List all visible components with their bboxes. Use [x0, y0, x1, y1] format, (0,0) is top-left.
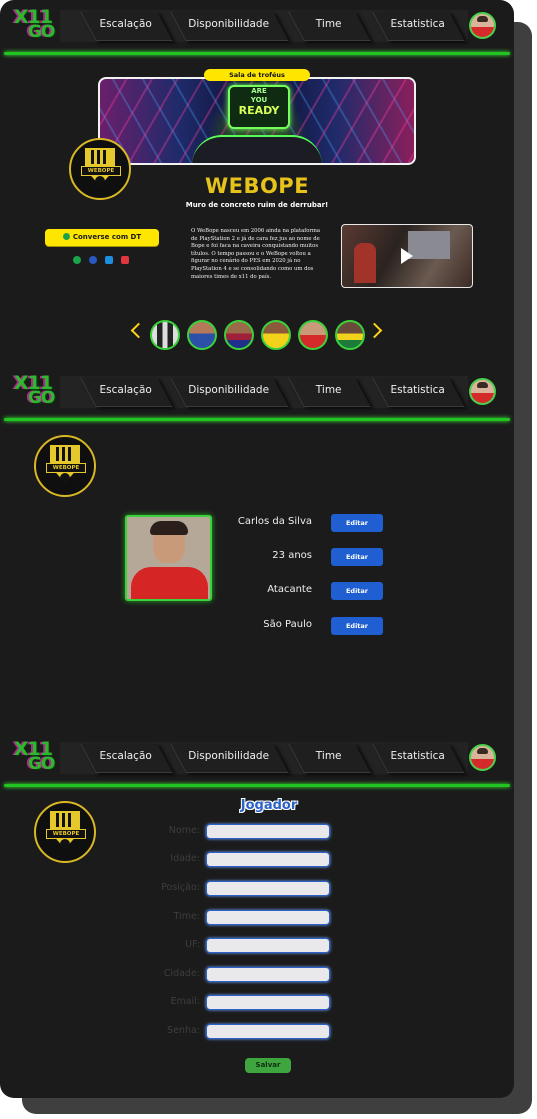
twitter-icon[interactable]	[105, 256, 113, 264]
team-crest: WEBOPE	[34, 435, 96, 497]
player-thumb[interactable]	[224, 320, 254, 350]
time-field[interactable]	[206, 910, 330, 925]
carousel-prev-icon[interactable]	[130, 322, 147, 339]
avatar[interactable]	[469, 378, 496, 405]
whatsapp-icon	[62, 233, 70, 240]
edit-position-button[interactable]: Editar	[331, 582, 383, 600]
tab-disponibilidade[interactable]: Disponibilidade	[170, 378, 289, 407]
tab-estatistica[interactable]: Estatistica	[372, 744, 465, 773]
page-frame: X11 GO Escalação Disponibilidade Time Es…	[0, 0, 514, 1098]
player-thumb[interactable]	[187, 320, 217, 350]
logo[interactable]: X11 GO	[10, 738, 58, 776]
label-time: Time:	[173, 911, 200, 922]
top-nav: X11 GO Escalação Disponibilidade Time Es…	[0, 0, 514, 52]
logo[interactable]: X11 GO	[10, 372, 58, 410]
player-thumb[interactable]	[150, 320, 180, 350]
top-nav: X11 GO Escalação Disponibilidade Time Es…	[0, 366, 514, 418]
player-thumb[interactable]	[335, 320, 365, 350]
edit-name-button[interactable]: Editar	[331, 514, 383, 532]
tab-disponibilidade[interactable]: Disponibilidade	[170, 12, 289, 41]
avatar[interactable]	[469, 12, 496, 39]
label-cidade: Cidade:	[163, 968, 200, 979]
player-city: São Paulo	[263, 619, 312, 630]
tab-escalacao[interactable]: Escalação	[80, 378, 173, 407]
idade-field[interactable]	[206, 852, 330, 867]
instagram-icon[interactable]	[121, 256, 129, 264]
posicao-field[interactable]	[206, 881, 330, 896]
email-field[interactable]	[206, 995, 330, 1010]
facebook-icon[interactable]	[89, 256, 97, 264]
player-name: Carlos da Silva	[237, 516, 312, 527]
form-title: Jogador	[240, 798, 298, 813]
whatsapp-icon[interactable]	[73, 256, 81, 264]
player-photo	[125, 515, 212, 601]
save-button[interactable]: Salvar	[245, 1058, 291, 1073]
carousel-next-icon[interactable]	[366, 322, 383, 339]
player-thumb[interactable]	[261, 320, 291, 350]
label-nome: Nome:	[168, 825, 200, 836]
label-email: Email:	[170, 996, 200, 1007]
senha-field[interactable]	[206, 1024, 330, 1039]
player-thumb[interactable]	[298, 320, 328, 350]
label-idade: Idade:	[170, 853, 200, 864]
trophy-room-label[interactable]: Sala de troféus	[204, 69, 310, 81]
tab-estatistica[interactable]: Estatistica	[372, 12, 465, 41]
top-nav: X11 GO Escalação Disponibilidade Time Es…	[0, 732, 514, 784]
team-profile-section: X11 GO Escalação Disponibilidade Time Es…	[0, 0, 514, 366]
avatar[interactable]	[469, 744, 496, 771]
player-position: Atacante	[267, 584, 312, 595]
nome-field[interactable]	[206, 824, 330, 839]
team-slogan: Muro de concreto ruim de derrubar!	[185, 201, 329, 209]
cidade-field[interactable]	[206, 967, 330, 982]
contact-coach-button[interactable]: Converse com DT	[45, 229, 159, 246]
nav-divider	[4, 52, 510, 55]
nav-divider	[4, 784, 510, 787]
uf-field[interactable]	[206, 938, 330, 953]
team-about-text: O WeBope nasceu em 2006 ainda na platafo…	[191, 228, 321, 280]
tab-estatistica[interactable]: Estatistica	[372, 378, 465, 407]
team-video[interactable]	[341, 224, 473, 288]
team-name: WEBOPE	[204, 174, 310, 198]
tab-disponibilidade[interactable]: Disponibilidade	[170, 744, 289, 773]
banner-image: ARE YOU READY	[98, 77, 416, 165]
logo[interactable]: X11 GO	[10, 6, 58, 44]
team-crest: WEBOPE	[34, 801, 96, 863]
edit-age-button[interactable]: Editar	[331, 548, 383, 566]
label-uf: UF:	[185, 939, 200, 950]
player-profile-section: X11 GO Escalação Disponibilidade Time Es…	[0, 366, 514, 732]
banner-sign: ARE YOU READY	[228, 85, 290, 129]
tab-escalacao[interactable]: Escalação	[80, 12, 173, 41]
player-age: 23 anos	[272, 550, 312, 561]
tab-escalacao[interactable]: Escalação	[80, 744, 173, 773]
label-posicao: Posição:	[161, 882, 200, 893]
play-icon[interactable]	[401, 248, 413, 264]
edit-city-button[interactable]: Editar	[331, 617, 383, 635]
label-senha: Senha:	[167, 1025, 200, 1036]
nav-divider	[4, 418, 510, 421]
